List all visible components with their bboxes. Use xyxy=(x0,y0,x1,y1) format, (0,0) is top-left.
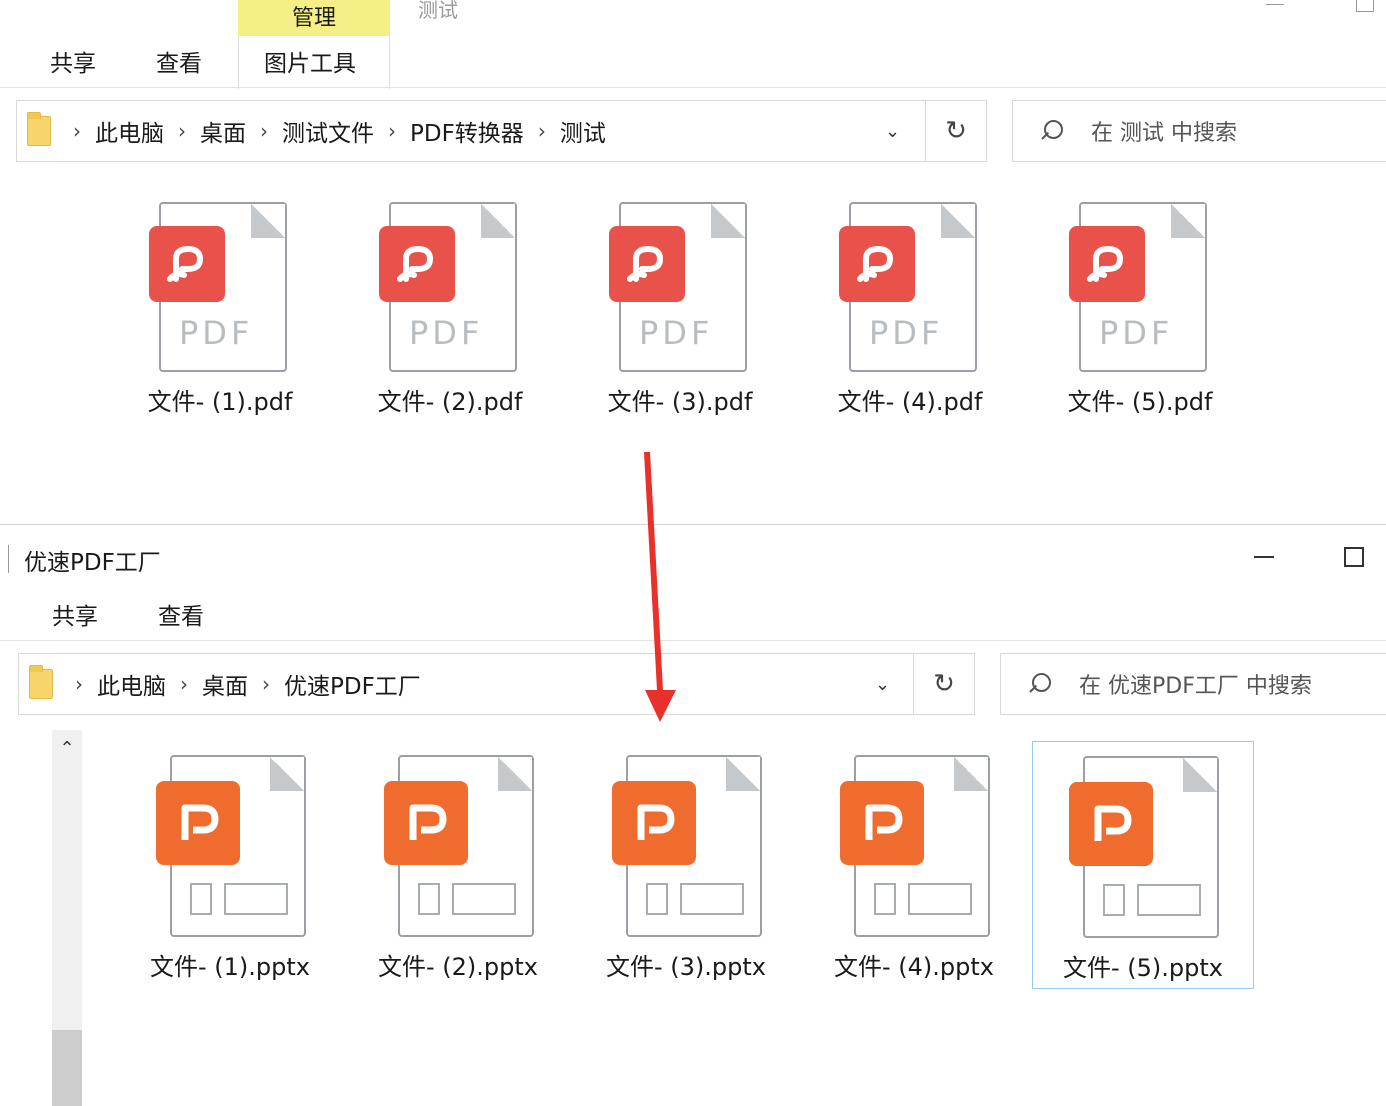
red-down-arrow-icon xyxy=(644,452,676,722)
